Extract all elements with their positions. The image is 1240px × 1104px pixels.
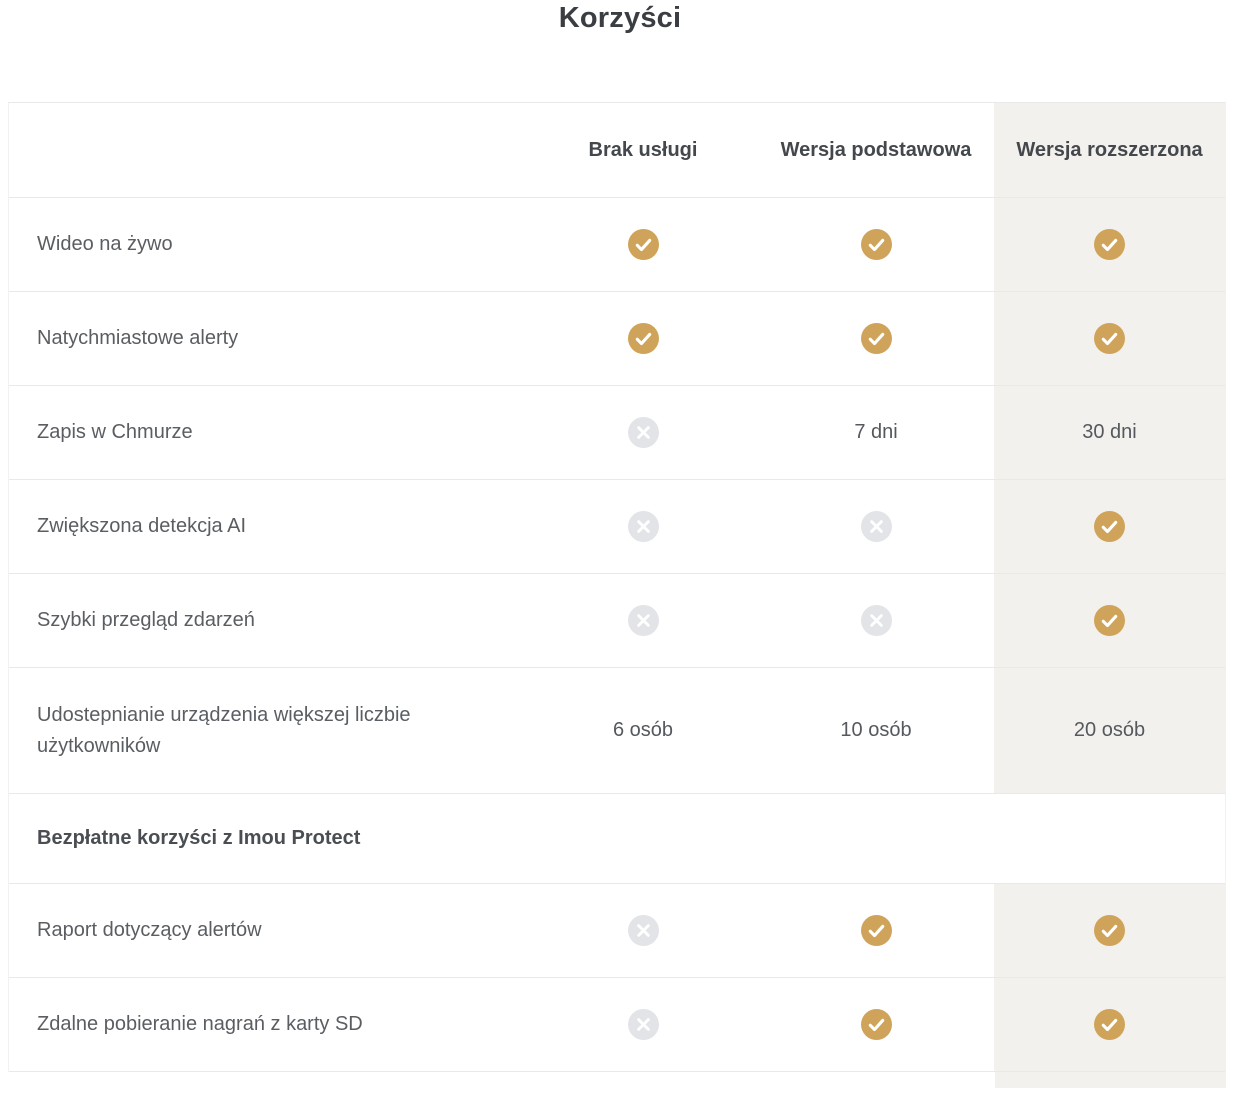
cell-value: 7 dni — [854, 421, 897, 444]
bottom-strip-spacer — [8, 1072, 995, 1088]
feature-label: Wideo na żywo — [9, 229, 528, 260]
feature-cell: 20 osób — [994, 668, 1225, 793]
feature-label: Natychmiastowe alerty — [9, 323, 528, 354]
table-header-row: Brak usługi Wersja podstawowa Wersja roz… — [9, 103, 1225, 198]
check-icon — [1094, 511, 1125, 542]
check-icon — [1094, 915, 1125, 946]
feature-cell — [528, 978, 758, 1071]
table-row: Natychmiastowe alerty — [9, 292, 1225, 386]
highlight-column-continuation — [995, 1072, 1226, 1088]
check-icon — [1094, 229, 1125, 260]
table-row: Wideo na żywo — [9, 198, 1225, 292]
check-icon — [1094, 605, 1125, 636]
feature-cell: 30 dni — [994, 386, 1225, 479]
feature-cell — [758, 884, 994, 977]
table-row: Zdalne pobieranie nagrań z karty SD — [9, 978, 1225, 1072]
feature-label: Raport dotyczący alertów — [9, 915, 528, 946]
page-title: Korzyści — [0, 0, 1240, 35]
feature-cell — [994, 292, 1225, 385]
feature-cell — [528, 884, 758, 977]
feature-cell — [994, 884, 1225, 977]
feature-cell — [758, 198, 994, 291]
feature-label: Zdalne pobieranie nagrań z karty SD — [9, 1009, 528, 1040]
column-header-wersja-podstawowa: Wersja podstawowa — [758, 103, 994, 197]
check-icon — [628, 323, 659, 354]
bottom-strip — [8, 1072, 1226, 1088]
benefits-comparison-table: Brak usługi Wersja podstawowa Wersja roz… — [8, 102, 1226, 1072]
feature-cell — [528, 574, 758, 667]
check-icon — [1094, 1009, 1125, 1040]
feature-cell — [994, 480, 1225, 573]
cell-value: 6 osób — [613, 719, 673, 742]
cross-icon — [861, 511, 892, 542]
feature-cell: 10 osób — [758, 668, 994, 793]
feature-cell — [528, 480, 758, 573]
feature-cell: 6 osób — [528, 668, 758, 793]
cross-icon — [628, 605, 659, 636]
feature-cell — [758, 978, 994, 1071]
feature-cell — [528, 198, 758, 291]
table-row: Zwiększona detekcja AI — [9, 480, 1225, 574]
check-icon — [861, 1009, 892, 1040]
column-header-brak-uslugi: Brak usługi — [528, 103, 758, 197]
table-row: Szybki przegląd zdarzeń — [9, 574, 1225, 668]
table-row: Udostepnianie urządzenia większej liczbi… — [9, 668, 1225, 794]
cross-icon — [628, 511, 659, 542]
feature-cell — [994, 574, 1225, 667]
benefits-page: Korzyści Brak usługi Wersja podstawowa W… — [0, 0, 1240, 1088]
check-icon — [861, 915, 892, 946]
cell-value: 10 osób — [840, 719, 911, 742]
feature-label: Zapis w Chmurze — [9, 417, 528, 448]
feature-cell — [528, 386, 758, 479]
check-icon — [628, 229, 659, 260]
feature-cell — [528, 292, 758, 385]
check-icon — [861, 323, 892, 354]
section-header-label: Bezpłatne korzyści z Imou Protect — [9, 827, 360, 850]
table-row: Zapis w Chmurze 7 dni 30 dni — [9, 386, 1225, 480]
cross-icon — [628, 417, 659, 448]
check-icon — [1094, 323, 1125, 354]
feature-cell: 7 dni — [758, 386, 994, 479]
feature-label: Szybki przegląd zdarzeń — [9, 605, 528, 636]
feature-cell — [758, 292, 994, 385]
feature-cell — [758, 574, 994, 667]
cross-icon — [628, 915, 659, 946]
feature-cell — [994, 978, 1225, 1071]
cell-value: 30 dni — [1082, 421, 1137, 444]
cross-icon — [628, 1009, 659, 1040]
column-header-wersja-rozszerzona: Wersja rozszerzona — [994, 103, 1225, 197]
feature-label: Udostepnianie urządzenia większej liczbi… — [9, 700, 528, 762]
cell-value: 20 osób — [1074, 719, 1145, 742]
feature-cell — [758, 480, 994, 573]
cross-icon — [861, 605, 892, 636]
feature-label: Zwiększona detekcja AI — [9, 511, 528, 542]
feature-cell — [994, 198, 1225, 291]
table-body: Wideo na żywo Natychmiastowe alerty Zapis … — [9, 198, 1225, 1072]
section-header-row: Bezpłatne korzyści z Imou Protect — [9, 794, 1225, 884]
table-row: Raport dotyczący alertów — [9, 884, 1225, 978]
check-icon — [861, 229, 892, 260]
